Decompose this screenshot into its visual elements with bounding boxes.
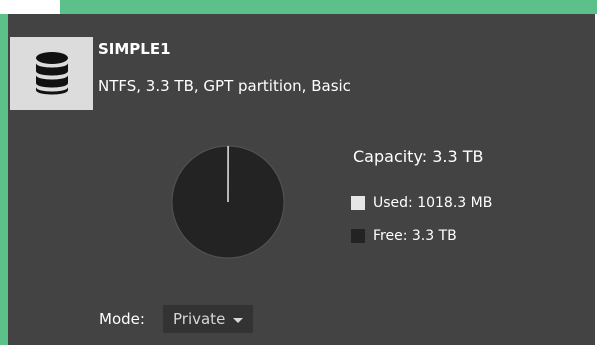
legend-used: Used: 1018.3 MB: [351, 195, 492, 211]
capacity-label: Capacity: 3.3 TB: [353, 147, 484, 166]
drive-icon-tile: [10, 37, 93, 110]
free-label: Free: 3.3 TB: [373, 228, 457, 244]
mode-dropdown[interactable]: Private: [163, 305, 254, 333]
accent-strip-left: [0, 14, 8, 345]
drive-details: NTFS, 3.3 TB, GPT partition, Basic: [98, 77, 351, 95]
chevron-down-icon: [233, 318, 244, 323]
drive-name: SIMPLE1: [98, 40, 171, 58]
usage-pie-chart: [171, 145, 285, 259]
mode-label: Mode:: [99, 310, 145, 328]
accent-strip-top: [60, 0, 597, 14]
mode-selected-value: Private: [173, 310, 226, 328]
disk-card-frame: SIMPLE1 NTFS, 3.3 TB, GPT partition, Bas…: [0, 0, 597, 345]
database-icon: [35, 51, 68, 94]
used-label: Used: 1018.3 MB: [373, 195, 493, 211]
legend-free: Free: 3.3 TB: [351, 228, 457, 244]
used-swatch: [351, 196, 365, 210]
disk-panel: [8, 14, 595, 345]
free-swatch: [351, 229, 365, 243]
